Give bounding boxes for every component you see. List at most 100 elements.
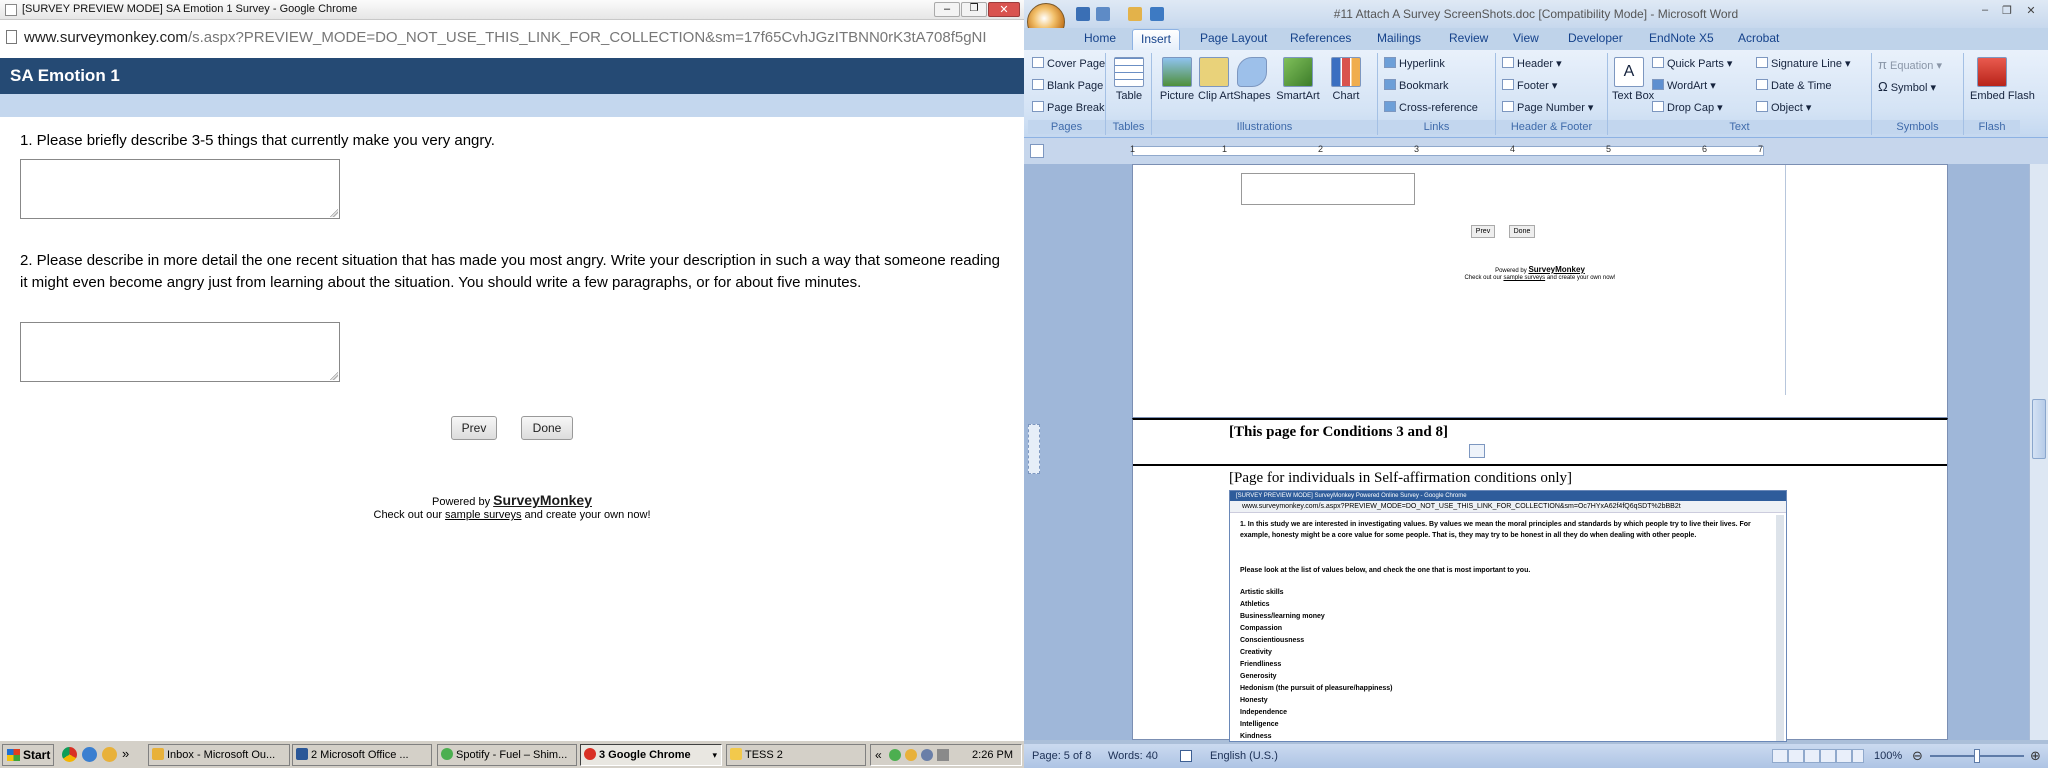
text-box-button[interactable]: A Text Box: [1612, 57, 1654, 102]
undo-icon[interactable]: [1096, 7, 1110, 21]
tab-page-layout[interactable]: Page Layout: [1200, 31, 1267, 45]
word-title-bar[interactable]: #11 Attach A Survey ScreenShots.doc [Com…: [1024, 0, 2048, 28]
taskbar-item-office[interactable]: 2 Microsoft Office ...: [292, 744, 432, 766]
url-text[interactable]: www.surveymonkey.com/s.aspx?PREVIEW_MODE…: [24, 29, 1020, 46]
tab-developer[interactable]: Developer: [1568, 31, 1623, 45]
footer-icon: [1502, 79, 1514, 90]
restore-icon[interactable]: ❐: [961, 2, 987, 17]
proofing-icon[interactable]: [1180, 750, 1192, 762]
dropdown-arrow-icon: ▾: [712, 750, 717, 760]
sample-surveys-link[interactable]: sample surveys: [445, 509, 521, 521]
prev-button[interactable]: Prev: [451, 416, 497, 440]
word-count[interactable]: Words: 40: [1108, 750, 1158, 762]
page-break-button[interactable]: Page Break: [1032, 101, 1104, 114]
ie-launch-icon[interactable]: [82, 747, 97, 762]
date-time-button[interactable]: Date & Time: [1756, 79, 1832, 92]
overflow-chevron-icon[interactable]: »: [122, 746, 129, 761]
tab-insert[interactable]: Insert: [1132, 29, 1181, 51]
cross-reference-button[interactable]: Cross-reference: [1384, 101, 1478, 114]
save-icon[interactable]: [1076, 7, 1090, 21]
header-icon: [1502, 57, 1514, 68]
tray-expand-icon[interactable]: «: [875, 748, 882, 762]
bookmark-button[interactable]: Bookmark: [1384, 79, 1449, 92]
ribbon: Cover Page Blank Page Page Break Pages T…: [1024, 50, 2048, 138]
clock[interactable]: 2:26 PM: [972, 749, 1013, 761]
signature-line-button[interactable]: Signature Line ▾: [1756, 57, 1851, 70]
object-button[interactable]: Object ▾: [1756, 101, 1811, 114]
wordart-button[interactable]: WordArt ▾: [1652, 79, 1716, 92]
document-area[interactable]: Prev Done Powered by SurveyMonkey Check …: [1024, 164, 2029, 742]
tab-home[interactable]: Home: [1084, 31, 1116, 45]
embed-flash-button[interactable]: Embed Flash: [1970, 57, 2035, 102]
picture-button[interactable]: Picture: [1158, 57, 1196, 102]
taskbar-item-tess[interactable]: TESS 2: [726, 744, 866, 766]
redo-icon[interactable]: [1150, 7, 1164, 21]
volume-icon[interactable]: [937, 749, 949, 761]
side-panel-handle[interactable]: [1028, 424, 1040, 474]
quick-parts-button[interactable]: Quick Parts ▾: [1652, 57, 1732, 70]
close-icon[interactable]: ✕: [988, 2, 1020, 17]
drop-cap-button[interactable]: Drop Cap ▾: [1652, 101, 1723, 114]
zoom-in-icon[interactable]: ⊕: [2030, 748, 2041, 764]
open-folder-icon[interactable]: [1128, 7, 1142, 21]
taskbar-item-chrome[interactable]: 3 Google Chrome ▾: [580, 744, 722, 766]
chart-button[interactable]: Chart: [1326, 57, 1366, 102]
ruler-number: 4: [1510, 144, 1516, 154]
tab-references[interactable]: References: [1290, 31, 1351, 45]
chrome-launch-icon[interactable]: [62, 747, 77, 762]
language[interactable]: English (U.S.): [1210, 750, 1278, 762]
clip-art-button[interactable]: Clip Art: [1198, 57, 1233, 102]
tab-view[interactable]: View: [1513, 31, 1539, 45]
page-count[interactable]: Page: 5 of 8: [1032, 750, 1091, 762]
tab-acrobat[interactable]: Acrobat: [1738, 31, 1779, 45]
spotify-tray-icon[interactable]: [889, 749, 901, 761]
footer-button[interactable]: Footer ▾: [1502, 79, 1557, 92]
survey-subheader-bar: [0, 94, 1024, 117]
close-icon[interactable]: ✕: [2022, 4, 2040, 18]
heading-conditions: [This page for Conditions 3 and 8]: [1229, 424, 1448, 440]
address-bar[interactable]: www.surveymonkey.com/s.aspx?PREVIEW_MODE…: [0, 27, 1024, 49]
start-button[interactable]: Start: [2, 744, 54, 766]
done-button[interactable]: Done: [521, 416, 573, 440]
tab-selector-icon[interactable]: [1030, 144, 1044, 158]
header-button[interactable]: Header ▾: [1502, 57, 1562, 70]
question-1-textarea[interactable]: [20, 159, 340, 219]
vertical-scrollbar[interactable]: [2029, 164, 2048, 740]
view-buttons[interactable]: [1772, 749, 1864, 763]
tab-mailings[interactable]: Mailings: [1377, 31, 1421, 45]
embedded-screenshot[interactable]: [SURVEY PREVIEW MODE] SurveyMonkey Power…: [1229, 490, 1787, 742]
tray-app-icon[interactable]: [905, 749, 917, 761]
zoom-out-icon[interactable]: ⊖: [1912, 748, 1923, 764]
tray-app-icon[interactable]: [921, 749, 933, 761]
chrome-title-bar[interactable]: [SURVEY PREVIEW MODE] SA Emotion 1 Surve…: [0, 0, 1024, 20]
text-box-icon: A: [1614, 57, 1644, 87]
taskbar-item-inbox[interactable]: Inbox - Microsoft Ou...: [148, 744, 290, 766]
minimize-icon[interactable]: –: [934, 2, 960, 17]
horizontal-ruler[interactable]: 1 1 2 3 4 5 6 7: [1024, 138, 2048, 164]
tab-review[interactable]: Review: [1449, 31, 1488, 45]
surveymonkey-link[interactable]: SurveyMonkey: [493, 492, 592, 508]
page-number-button[interactable]: Page Number ▾: [1502, 101, 1593, 114]
tab-endnote[interactable]: EndNote X5: [1649, 31, 1714, 45]
restore-icon[interactable]: ❐: [1998, 4, 2016, 18]
table-button[interactable]: Table: [1111, 57, 1147, 102]
zoom-level[interactable]: 100%: [1874, 750, 1902, 762]
powered-by-line: Powered by SurveyMonkey: [0, 492, 1024, 508]
paste-options-icon[interactable]: [1469, 444, 1485, 458]
taskbar-item-spotify[interactable]: Spotify - Fuel – Shim...: [437, 744, 577, 766]
symbol-button[interactable]: Ω Symbol ▾: [1878, 79, 1936, 94]
smartart-button[interactable]: SmartArt: [1274, 57, 1322, 102]
cover-page-button[interactable]: Cover Page: [1032, 57, 1105, 70]
blank-page-button[interactable]: Blank Page: [1032, 79, 1103, 92]
shapes-button[interactable]: Shapes: [1232, 57, 1272, 102]
zoom-slider-thumb[interactable]: [1974, 749, 1980, 763]
minimize-icon[interactable]: –: [1976, 4, 1994, 18]
equation-button[interactable]: π Equation ▾: [1878, 57, 1942, 72]
document-page-current[interactable]: [This page for Conditions 3 and 8] [Page…: [1132, 418, 1948, 742]
question-2-textarea[interactable]: [20, 322, 340, 382]
url-path: /s.aspx?PREVIEW_MODE=DO_NOT_USE_THIS_LIN…: [187, 29, 987, 46]
scrollbar-thumb[interactable]: [2032, 399, 2046, 459]
hyperlink-icon: [1384, 57, 1396, 68]
outlook-launch-icon[interactable]: [102, 747, 117, 762]
hyperlink-button[interactable]: Hyperlink: [1384, 57, 1445, 70]
